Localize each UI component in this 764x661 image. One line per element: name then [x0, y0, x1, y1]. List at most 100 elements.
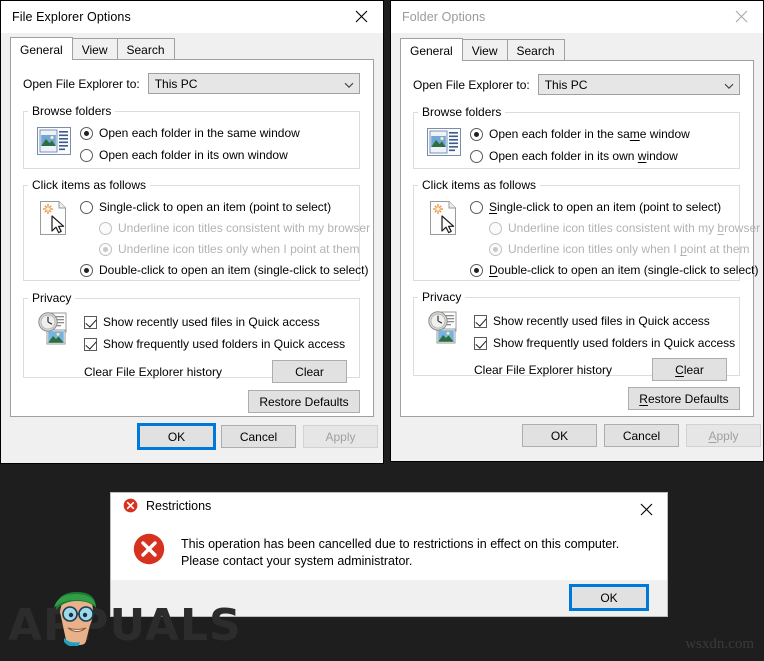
tab-search[interactable]: Search: [506, 39, 565, 61]
radio-same-window[interactable]: Open each folder in the same window: [80, 126, 300, 140]
radio-double-click-control[interactable]: [80, 263, 93, 277]
checkbox-frequent-folders-label: Show frequently used folders in Quick ac…: [103, 337, 346, 351]
tab-view[interactable]: View: [461, 39, 508, 61]
radio-underline-point-label: Underline icon titles only when I point …: [508, 242, 750, 256]
restore-defaults-button[interactable]: Restore Defaults: [628, 387, 740, 410]
tab-view-label: View: [471, 43, 498, 58]
tab-search[interactable]: Search: [116, 38, 175, 60]
radio-own-window-control[interactable]: [80, 148, 93, 162]
open-file-explorer-to-label: Open File Explorer to:: [23, 76, 140, 91]
radio-single-click[interactable]: Single-click to open an item (point to s…: [470, 200, 721, 214]
open-file-explorer-to-row: Open File Explorer to: This PC: [23, 73, 360, 94]
window2-titlebar[interactable]: Folder Options: [391, 1, 763, 33]
browse-folders-icon: [427, 128, 461, 161]
checkbox-recent-files-control[interactable]: [84, 315, 97, 329]
radio-same-window[interactable]: Open each folder in the same window: [470, 127, 690, 141]
tab-general[interactable]: General: [10, 37, 73, 60]
close-icon[interactable]: [719, 1, 763, 32]
radio-underline-point: Underline icon titles only when I point …: [489, 242, 749, 256]
tab-general[interactable]: General: [400, 38, 463, 61]
radio-same-window-control[interactable]: [80, 126, 93, 140]
tab-search-label: Search: [126, 42, 165, 57]
radio-own-window[interactable]: Open each folder in its own window: [470, 149, 678, 163]
clear-history-label: Clear File Explorer history: [474, 363, 613, 377]
window2-tabstrip[interactable]: General View Search: [400, 38, 754, 61]
dialog-titlebar[interactable]: Restrictions: [111, 493, 667, 519]
apply-button: Apply: [303, 425, 378, 448]
radio-underline-browser: Underline icon titles consistent with my…: [99, 221, 370, 235]
restore-defaults-label: Restore Defaults: [259, 394, 349, 409]
open-file-explorer-to-label: Open File Explorer to:: [413, 77, 530, 92]
browse-folders-legend: Browse folders: [422, 105, 502, 119]
close-icon[interactable]: [339, 1, 383, 32]
restore-defaults-button[interactable]: Restore Defaults: [248, 390, 360, 413]
privacy-legend: Privacy: [32, 291, 72, 305]
radio-double-click[interactable]: Double-click to open an item (single-cli…: [470, 263, 758, 277]
click-items-icon: [38, 200, 70, 241]
ok-button[interactable]: OK: [137, 423, 216, 450]
window1-general-panel: Open File Explorer to: This PC Browse fo…: [10, 59, 374, 417]
clear-button[interactable]: Clear: [652, 358, 727, 381]
privacy-group: Privacy Show recently used files in Quic…: [413, 290, 740, 381]
radio-single-click[interactable]: Single-click to open an item (point to s…: [80, 200, 331, 214]
dialog-message: This operation has been cancelled due to…: [181, 536, 620, 568]
window1-footer: OK Cancel Apply: [1, 417, 383, 463]
radio-single-click-label: Single-click to open an item (point to s…: [489, 200, 722, 214]
radio-underline-browser-label: Underline icon titles consistent with my…: [118, 221, 371, 235]
checkbox-frequent-folders[interactable]: Show frequently used folders in Quick ac…: [84, 337, 345, 351]
checkbox-frequent-folders-control[interactable]: [84, 337, 97, 351]
checkbox-recent-files[interactable]: Show recently used files in Quick access: [474, 314, 710, 328]
tab-view-label: View: [81, 42, 108, 57]
window1-tabstrip[interactable]: General View Search: [10, 37, 374, 60]
clear-history-label: Clear File Explorer history: [84, 365, 223, 379]
radio-double-click-control[interactable]: [470, 263, 483, 277]
window2-general-panel: Open File Explorer to: This PC Browse fo…: [400, 60, 760, 417]
browse-folders-legend: Browse folders: [32, 104, 112, 118]
dialog-footer: OK: [111, 579, 667, 616]
radio-own-window[interactable]: Open each folder in its own window: [80, 148, 288, 162]
folder-options-window[interactable]: Folder Options General View Search Open …: [390, 0, 764, 462]
window2-footer: OK Cancel Apply: [391, 417, 763, 461]
checkbox-recent-files[interactable]: Show recently used files in Quick access: [84, 315, 320, 329]
ok-button[interactable]: OK: [522, 424, 597, 447]
window1-titlebar[interactable]: File Explorer Options: [1, 1, 383, 33]
apply-button: Apply: [686, 424, 761, 447]
open-file-explorer-to-combo[interactable]: This PC: [537, 74, 740, 95]
browse-folders-group: Browse folders Open each folder in the s…: [413, 105, 740, 169]
restrictions-dialog[interactable]: Restrictions This operation has been can…: [110, 492, 668, 617]
radio-underline-point-control: [99, 242, 112, 256]
radio-underline-point-label: Underline icon titles only when I point …: [118, 242, 360, 256]
open-file-explorer-to-row: Open File Explorer to: This PC: [413, 74, 740, 95]
file-explorer-options-window[interactable]: File Explorer Options General View Searc…: [0, 0, 384, 464]
radio-own-window-label: Open each folder in its own window: [99, 148, 288, 162]
tab-view[interactable]: View: [71, 38, 118, 60]
radio-double-click-label: Double-click to open an item (single-cli…: [489, 263, 759, 277]
clear-button[interactable]: Clear: [272, 360, 347, 383]
error-circle-large-icon: [133, 533, 165, 570]
checkbox-frequent-folders-control[interactable]: [474, 336, 487, 350]
dialog-content: This operation has been cancelled due to…: [111, 518, 667, 580]
checkbox-recent-files-control[interactable]: [474, 314, 487, 328]
cancel-button[interactable]: Cancel: [221, 425, 296, 448]
radio-single-click-control[interactable]: [470, 200, 483, 214]
cancel-button-label: Cancel: [239, 429, 278, 444]
radio-same-window-control[interactable]: [470, 127, 483, 141]
radio-underline-browser-control: [489, 221, 502, 235]
dialog-title: Restrictions: [146, 498, 212, 513]
dialog-ok-button[interactable]: OK: [569, 584, 649, 612]
close-icon[interactable]: [625, 493, 667, 526]
open-file-explorer-to-combo[interactable]: This PC: [147, 73, 360, 94]
tab-general-label: General: [410, 43, 453, 58]
error-circle-icon: [123, 498, 138, 513]
wsxdn-watermark: wsxdn.com: [685, 636, 754, 652]
checkbox-recent-files-label: Show recently used files in Quick access: [493, 314, 710, 328]
radio-single-click-control[interactable]: [80, 200, 93, 214]
checkbox-frequent-folders[interactable]: Show frequently used folders in Quick ac…: [474, 336, 735, 350]
window1-body: General View Search Open File Explorer t…: [1, 33, 383, 463]
radio-double-click[interactable]: Double-click to open an item (single-cli…: [80, 263, 368, 277]
tab-general-label: General: [20, 42, 63, 57]
radio-underline-point-control: [489, 242, 502, 256]
cancel-button[interactable]: Cancel: [604, 424, 679, 447]
radio-own-window-control[interactable]: [470, 149, 483, 163]
checkbox-recent-files-label: Show recently used files in Quick access: [103, 315, 320, 329]
